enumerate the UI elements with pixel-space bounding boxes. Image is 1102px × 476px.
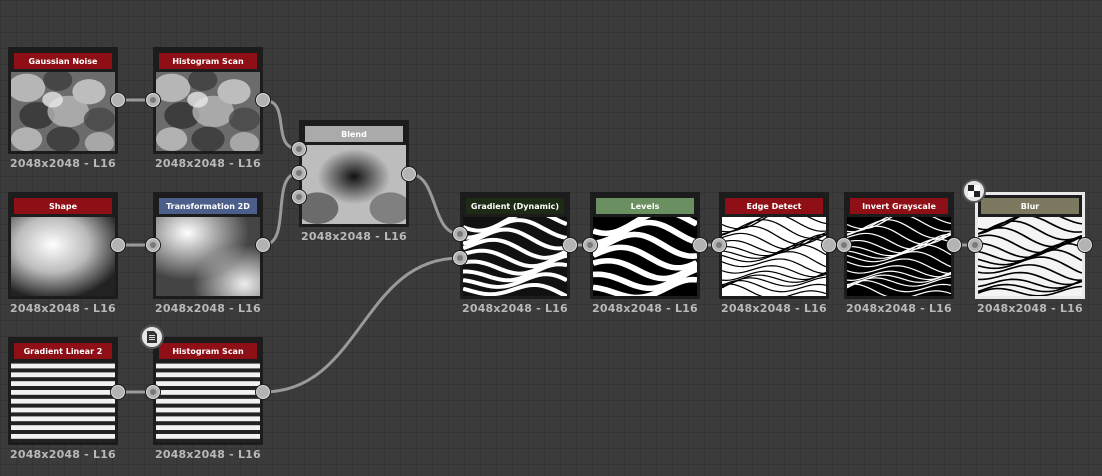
- node-resolution-label: 2048x2048 - L16: [977, 302, 1083, 315]
- node-edge-detect[interactable]: Edge Detect: [719, 192, 829, 299]
- node-resolution-label: 2048x2048 - L16: [10, 448, 116, 461]
- output-port[interactable]: [111, 385, 125, 399]
- input-port[interactable]: [146, 238, 160, 252]
- output-port[interactable]: [402, 167, 416, 181]
- node-histogram-scan-1[interactable]: Histogram Scan: [153, 47, 263, 154]
- node-title: Gradient (Dynamic): [466, 198, 564, 214]
- node-preview-thumbnail: [156, 217, 260, 296]
- output-port[interactable]: [822, 238, 836, 252]
- input-port[interactable]: [453, 227, 467, 241]
- output-port[interactable]: [693, 238, 707, 252]
- node-resolution-label: 2048x2048 - L16: [155, 302, 261, 315]
- node-preview-thumbnail: [593, 217, 697, 296]
- node-resolution-label: 2048x2048 - L16: [721, 302, 827, 315]
- node-title: Invert Grayscale: [850, 198, 948, 214]
- node-title: Levels: [596, 198, 694, 214]
- output-port[interactable]: [563, 238, 577, 252]
- node-gaussian-noise[interactable]: Gaussian Noise: [8, 47, 118, 154]
- node-transformation-2d[interactable]: Transformation 2D: [153, 192, 263, 299]
- node-title: Blend: [305, 126, 403, 142]
- node-title: Histogram Scan: [159, 343, 257, 359]
- input-port[interactable]: [292, 142, 306, 156]
- node-resolution-label: 2048x2048 - L16: [846, 302, 952, 315]
- document-icon[interactable]: [140, 325, 164, 349]
- node-resolution-label: 2048x2048 - L16: [592, 302, 698, 315]
- node-title: Edge Detect: [725, 198, 823, 214]
- node-blur[interactable]: Blur: [975, 192, 1085, 299]
- node-resolution-label: 2048x2048 - L16: [155, 448, 261, 461]
- node-histogram-scan-2[interactable]: Histogram Scan: [153, 337, 263, 445]
- node-title: Gaussian Noise: [14, 53, 112, 69]
- node-invert-grayscale[interactable]: Invert Grayscale: [844, 192, 954, 299]
- output-port[interactable]: [256, 238, 270, 252]
- node-blend[interactable]: Blend: [299, 120, 409, 227]
- node-preview-thumbnail: [302, 145, 406, 224]
- connection-wire[interactable]: [262, 171, 300, 247]
- node-preview-thumbnail: [463, 217, 567, 296]
- input-port[interactable]: [146, 385, 160, 399]
- node-resolution-label: 2048x2048 - L16: [301, 230, 407, 243]
- node-shape[interactable]: Shape: [8, 192, 118, 299]
- node-preview-thumbnail: [11, 362, 115, 442]
- checker-icon[interactable]: [962, 179, 986, 203]
- node-resolution-label: 2048x2048 - L16: [155, 157, 261, 170]
- output-port[interactable]: [111, 93, 125, 107]
- input-port[interactable]: [968, 238, 982, 252]
- output-port[interactable]: [1078, 238, 1092, 252]
- input-port[interactable]: [453, 251, 467, 265]
- input-port[interactable]: [837, 238, 851, 252]
- connection-wire[interactable]: [262, 98, 300, 151]
- node-preview-thumbnail: [722, 217, 826, 296]
- output-port[interactable]: [111, 238, 125, 252]
- node-resolution-label: 2048x2048 - L16: [462, 302, 568, 315]
- node-levels[interactable]: Levels: [590, 192, 700, 299]
- node-preview-thumbnail: [847, 217, 951, 296]
- node-title: Histogram Scan: [159, 53, 257, 69]
- node-preview-thumbnail: [11, 72, 115, 151]
- node-title: Blur: [981, 198, 1079, 214]
- connection-wire[interactable]: [408, 172, 461, 236]
- input-port[interactable]: [583, 238, 597, 252]
- node-title: Shape: [14, 198, 112, 214]
- node-preview-thumbnail: [978, 217, 1082, 296]
- output-port[interactable]: [256, 93, 270, 107]
- node-preview-thumbnail: [11, 217, 115, 296]
- node-resolution-label: 2048x2048 - L16: [10, 157, 116, 170]
- node-resolution-label: 2048x2048 - L16: [10, 302, 116, 315]
- input-port[interactable]: [712, 238, 726, 252]
- node-preview-thumbnail: [156, 72, 260, 151]
- node-preview-thumbnail: [156, 362, 260, 442]
- input-port[interactable]: [292, 166, 306, 180]
- node-gradient-linear-2[interactable]: Gradient Linear 2: [8, 337, 118, 445]
- connection-wire[interactable]: [262, 256, 461, 394]
- output-port[interactable]: [256, 385, 270, 399]
- node-title: Transformation 2D: [159, 198, 257, 214]
- node-title: Gradient Linear 2: [14, 343, 112, 359]
- node-graph-canvas[interactable]: Gaussian Noise 2048x2048 - L16 Histogram S…: [0, 0, 1102, 476]
- node-gradient-dynamic[interactable]: Gradient (Dynamic): [460, 192, 570, 299]
- input-port[interactable]: [292, 190, 306, 204]
- input-port[interactable]: [146, 93, 160, 107]
- output-port[interactable]: [947, 238, 961, 252]
